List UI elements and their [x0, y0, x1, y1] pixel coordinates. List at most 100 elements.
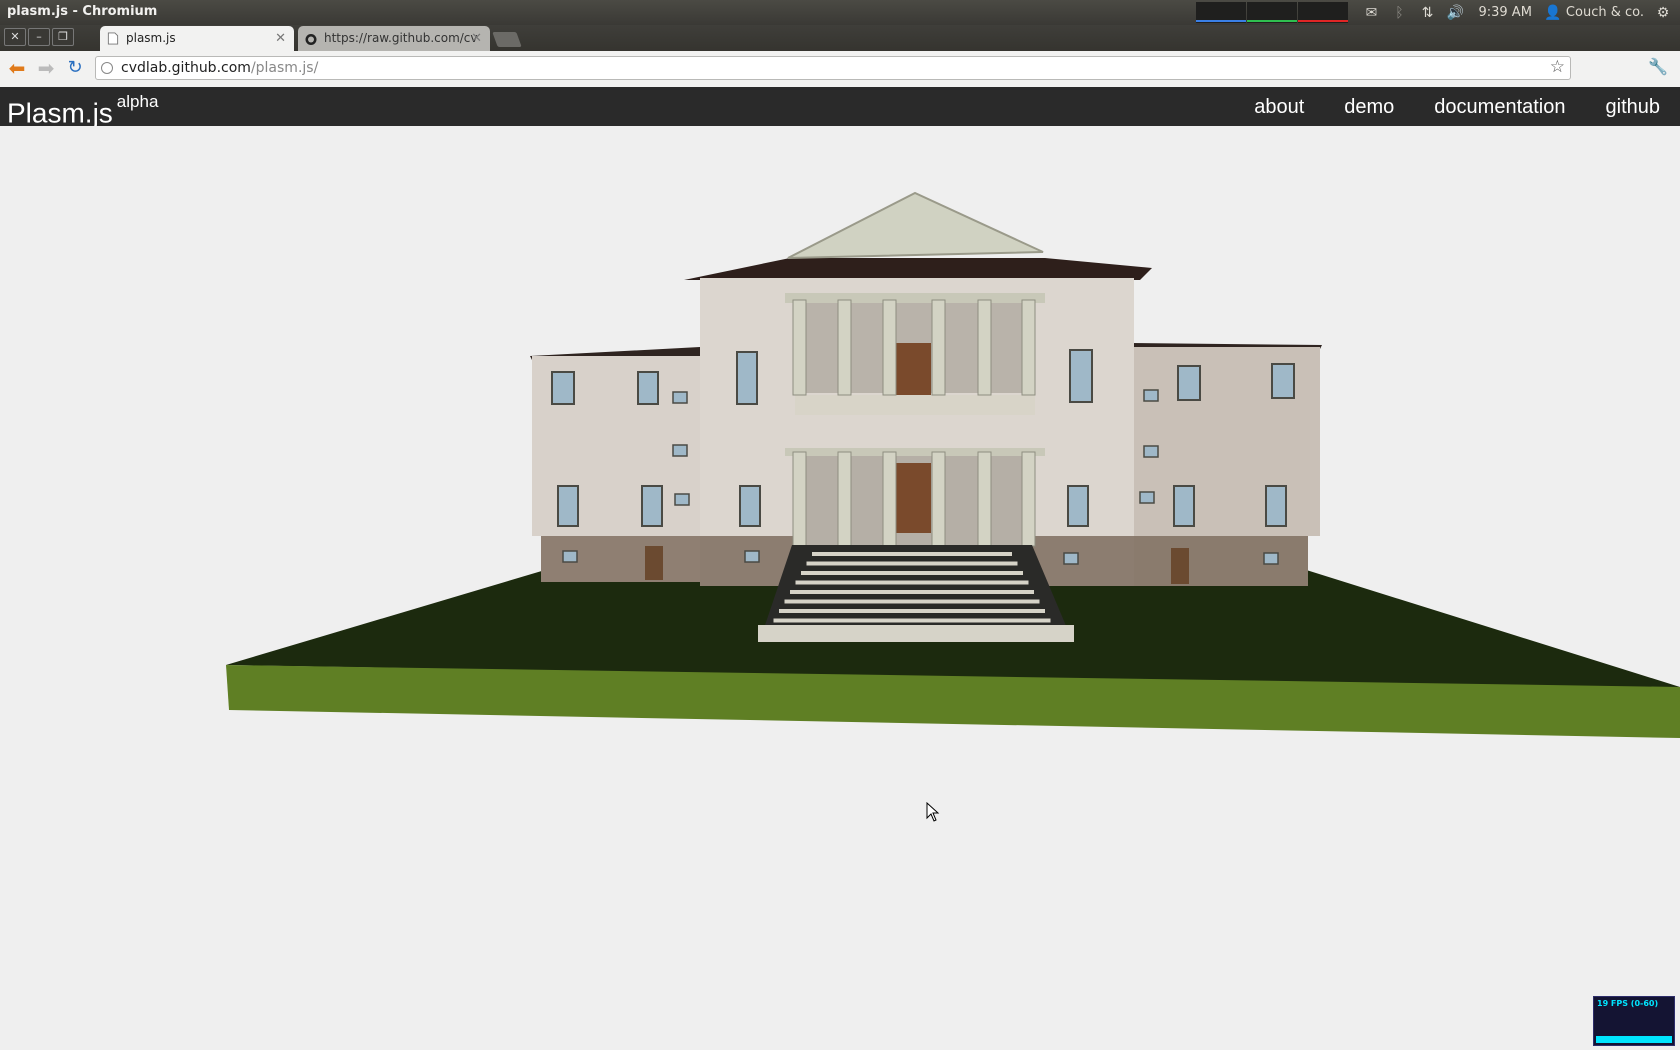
tab-strip: ✕ – ❐ plasm.js ✕ https://raw.github.com/…: [0, 25, 1680, 51]
stair-base: [758, 625, 1074, 642]
mid-entablature: [785, 448, 1045, 456]
network-graph: [1298, 2, 1349, 23]
forward-button[interactable]: ➡: [34, 57, 58, 81]
github-icon: [305, 34, 317, 45]
small-window: [674, 493, 690, 506]
nav-demo[interactable]: demo: [1324, 87, 1414, 126]
upper-column: [977, 299, 992, 396]
upper-column: [931, 299, 946, 396]
balustrade: [795, 395, 1035, 415]
user-menu[interactable]: Couch & co.: [1566, 5, 1644, 20]
small-window: [672, 391, 688, 404]
clock[interactable]: 9:39 AM: [1478, 5, 1531, 20]
window: [1069, 349, 1093, 403]
small-window: [1063, 552, 1079, 565]
window-title: plasm.js - Chromium: [7, 4, 158, 19]
upper-column: [1021, 299, 1036, 396]
close-window-button[interactable]: ✕: [4, 28, 26, 46]
bookmark-star-icon[interactable]: ☆: [1550, 56, 1565, 78]
nav-links: about demo documentation github: [1234, 87, 1680, 126]
page-icon: [107, 32, 119, 45]
minimize-window-button[interactable]: –: [28, 28, 50, 46]
tab-close-icon[interactable]: ✕: [471, 26, 482, 51]
right-wing-plinth: [1130, 536, 1308, 586]
stair-step: [795, 580, 1029, 585]
window: [1173, 485, 1195, 527]
window: [557, 485, 579, 527]
gear-icon[interactable]: ⚙: [1652, 5, 1674, 21]
pediment: [787, 191, 1044, 259]
network-icon[interactable]: ⇅: [1416, 5, 1438, 21]
stair-step: [773, 618, 1051, 623]
small-window: [1139, 491, 1155, 504]
fps-graph: [1596, 1036, 1672, 1043]
window: [641, 485, 663, 527]
bluetooth-icon[interactable]: ᛒ: [1388, 5, 1410, 21]
new-tab-button[interactable]: [492, 32, 522, 47]
upper-column: [792, 299, 807, 396]
tab-github-raw[interactable]: https://raw.github.com/cv ✕: [298, 26, 490, 51]
stair-step: [784, 599, 1040, 604]
stair-step: [779, 609, 1045, 613]
upper-door: [893, 343, 931, 395]
nav-about[interactable]: about: [1234, 87, 1324, 126]
small-window: [1143, 445, 1159, 458]
cpu-graph: [1196, 2, 1247, 23]
tab-close-icon[interactable]: ✕: [275, 26, 286, 51]
system-monitor[interactable]: [1196, 2, 1349, 23]
os-top-panel: plasm.js - Chromium ✉ ᛒ ⇅ 🔊 9:39 AM 👤 Co…: [0, 0, 1680, 25]
site-navbar: Plasm.js alpha about demo documentation g…: [0, 87, 1680, 128]
user-icon: 👤: [1544, 4, 1562, 21]
lower-door: [893, 463, 931, 533]
wrench-icon[interactable]: 🔧: [1648, 57, 1668, 76]
nav-github[interactable]: github: [1586, 87, 1680, 126]
window: [551, 371, 575, 405]
stair-step: [790, 590, 1034, 594]
small-window: [1263, 552, 1279, 565]
mouse-cursor-icon: [926, 802, 940, 822]
upper-column: [837, 299, 852, 396]
tab-title: https://raw.github.com/cv: [324, 31, 478, 45]
main-roof: [684, 258, 1152, 280]
volume-icon[interactable]: 🔊: [1444, 5, 1466, 21]
browser-toolbar: ⬅ ➡ ↻ cvdlab.github.com/plasm.js/ ☆ 🔧: [0, 51, 1680, 88]
mail-icon[interactable]: ✉: [1360, 5, 1382, 21]
left-wing-door: [645, 546, 663, 580]
window: [736, 351, 758, 405]
webgl-canvas[interactable]: [0, 126, 1680, 1050]
entablature: [785, 293, 1045, 303]
window: [1177, 365, 1201, 401]
tab-plasmjs[interactable]: plasm.js ✕: [100, 26, 294, 51]
small-window: [562, 550, 578, 563]
small-window: [1143, 389, 1159, 402]
window: [637, 371, 659, 405]
small-window: [672, 444, 688, 457]
window: [1067, 485, 1089, 527]
stair-step: [812, 552, 1012, 556]
window: [1265, 485, 1287, 527]
globe-icon: [101, 62, 113, 74]
lower-column: [882, 451, 897, 547]
tab-title: plasm.js: [126, 31, 176, 45]
lower-column: [931, 451, 946, 547]
window: [1271, 363, 1295, 399]
upper-column: [882, 299, 897, 396]
window: [739, 485, 761, 527]
villa-3d-model[interactable]: [0, 126, 1680, 1050]
lower-column: [1021, 451, 1036, 547]
small-window: [744, 550, 760, 563]
stair-step: [806, 561, 1018, 566]
stair-step: [801, 571, 1023, 575]
address-bar[interactable]: cvdlab.github.com/plasm.js/ ☆: [95, 56, 1571, 80]
nav-documentation[interactable]: documentation: [1414, 87, 1585, 126]
lower-column: [792, 451, 807, 547]
lower-column: [977, 451, 992, 547]
back-button[interactable]: ⬅: [5, 57, 29, 81]
restore-window-button[interactable]: ❐: [52, 28, 74, 46]
reload-button[interactable]: ↻: [63, 57, 87, 81]
fps-meter[interactable]: 19 FPS (0-60): [1593, 996, 1675, 1046]
memory-graph: [1247, 2, 1298, 23]
lower-column: [837, 451, 852, 547]
url-text: cvdlab.github.com/plasm.js/: [121, 60, 319, 76]
fps-label: 19 FPS (0-60): [1597, 999, 1659, 1008]
